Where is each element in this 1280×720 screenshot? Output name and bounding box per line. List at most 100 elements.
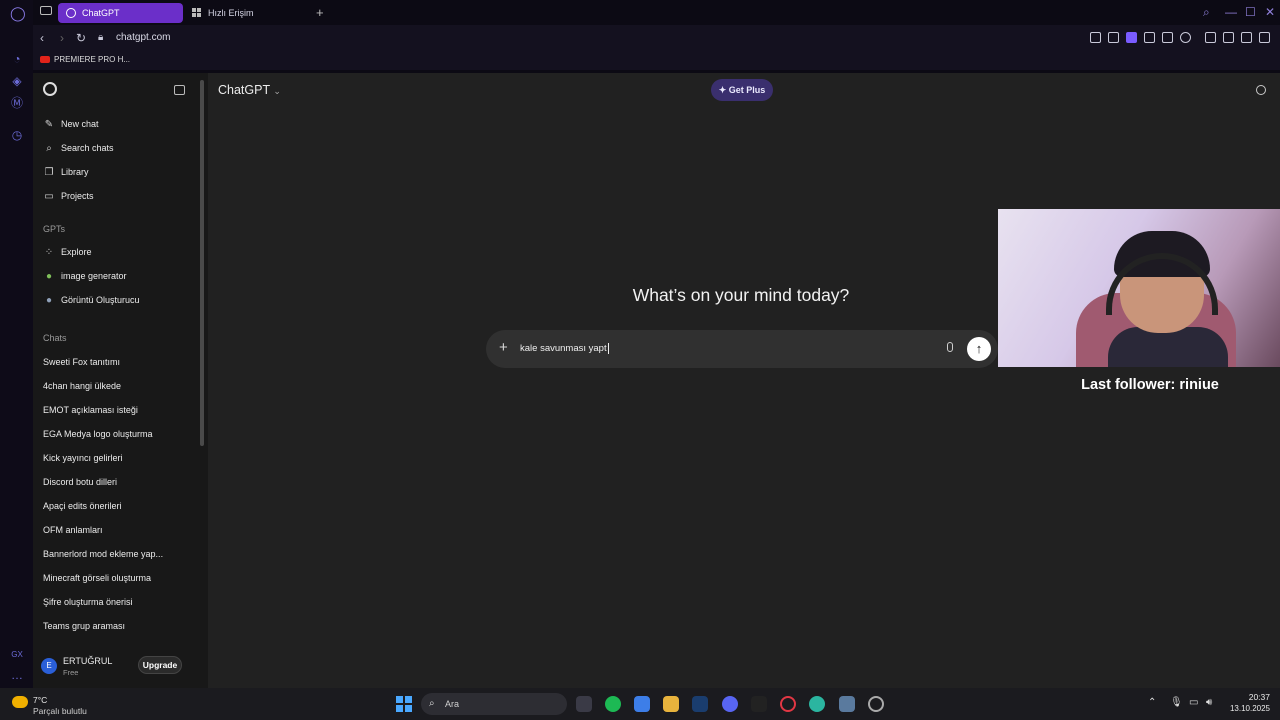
extensions-icon[interactable] (1205, 32, 1216, 43)
more-icon[interactable]: … (10, 668, 24, 682)
opera-logo-icon[interactable]: ◯ (10, 6, 26, 20)
new-tab-button[interactable]: + (310, 3, 330, 23)
chat-item[interactable]: EMOT açıklaması isteği (43, 405, 203, 415)
vpn-icon[interactable] (1126, 32, 1137, 43)
messenger-icon[interactable]: ◔ (10, 52, 24, 66)
start-icon[interactable] (396, 696, 412, 712)
pin-icon[interactable] (1090, 32, 1101, 43)
bookmarks-bar: PREMIERE PRO H... (33, 51, 1280, 70)
chatgpt-sidebar: ✎ New chat ⌕ Search chats ❐ Library ▭ Projec… (33, 73, 208, 688)
chat-item[interactable]: Apaçi edits önerileri (43, 501, 203, 511)
play-icon[interactable] (1162, 32, 1173, 43)
ai-icon[interactable]: ◈ (10, 74, 24, 88)
sidebar-item-library[interactable]: ❐ Library (43, 165, 89, 179)
task-view-icon[interactable] (576, 696, 592, 712)
chat-item[interactable]: Kick yayıncı gelirleri (43, 453, 203, 463)
m-icon[interactable]: Ⓜ (10, 96, 24, 110)
search-placeholder: Ara (445, 699, 460, 709)
clock-date[interactable]: 13.10.2025 (1218, 704, 1270, 713)
translate-icon[interactable] (1144, 32, 1155, 43)
page-title: What’s on your mind today? (632, 285, 850, 305)
sidebar-scrollbar[interactable] (200, 80, 204, 446)
chevron-up-icon[interactable]: ⌃ (1148, 697, 1156, 708)
back-icon[interactable]: ‹ (40, 31, 44, 45)
bookmark-premiere[interactable]: PREMIERE PRO H... (40, 55, 130, 64)
chat-item[interactable]: OFM anlamları (43, 525, 203, 535)
microphone-icon[interactable] (947, 342, 953, 352)
search-tabs-icon[interactable]: ⌕ (1203, 5, 1210, 20)
sidebar-toggle-icon[interactable] (174, 85, 185, 95)
file-explorer-icon[interactable] (663, 696, 679, 712)
gpt-avatar-icon: ● (45, 271, 53, 282)
edge-icon[interactable] (809, 696, 825, 712)
minimize-icon[interactable]: — (1225, 5, 1237, 19)
menu-icon[interactable] (1259, 32, 1270, 43)
close-window-icon[interactable]: ✕ (1265, 5, 1275, 19)
sidebar-item-projects[interactable]: ▭ Projects (43, 189, 93, 203)
get-plus-label: Get Plus (728, 85, 766, 95)
sidebar-item-explore[interactable]: ⁘ Explore (43, 245, 92, 259)
chats-heading: Chats (43, 333, 67, 343)
chat-item[interactable]: Bannerlord mod ekleme yap... (43, 549, 203, 559)
send-button[interactable]: ↑ (967, 337, 991, 361)
model-selector[interactable]: ChatGPT ⌄ (218, 83, 281, 97)
chat-item[interactable]: Minecraft görseli oluşturma (43, 573, 203, 583)
app-icon[interactable] (839, 696, 855, 712)
gx-icon[interactable]: GX (10, 648, 24, 662)
download-icon[interactable] (1241, 32, 1252, 43)
plus-icon[interactable]: + (499, 339, 508, 356)
sidebar-item-label: Library (61, 167, 89, 177)
gpts-heading: GPTs (43, 224, 66, 234)
sidebar-item-image-generator[interactable]: ● image generator (43, 269, 127, 283)
tab-strip: ChatGPT Hızlı Erişim + ⌕ — ☐ ✕ (33, 0, 1280, 25)
opera-gx-icon[interactable] (780, 696, 796, 712)
youtube-icon (40, 56, 50, 63)
discord-icon[interactable] (722, 696, 738, 712)
app-icon[interactable] (868, 696, 884, 712)
chat-item[interactable]: EGA Medya logo oluşturma (43, 429, 203, 439)
heart-icon[interactable] (1180, 32, 1191, 43)
history-icon[interactable]: ◷ (10, 128, 24, 142)
chat-item[interactable]: Discord botu dilleri (43, 477, 203, 487)
reload-icon[interactable]: ↻ (76, 31, 86, 45)
sidebar-item-goruntu-olusturucu[interactable]: ● Görüntü Oluşturucu (43, 293, 140, 307)
temperature: 7°C (33, 695, 48, 705)
network-icon[interactable]: ▭ (1189, 697, 1198, 708)
openai-logo-icon[interactable] (43, 82, 57, 96)
steam-icon[interactable] (692, 696, 708, 712)
grid-icon: ⁘ (44, 247, 54, 258)
chat-item[interactable]: Teams grup araması (43, 621, 203, 631)
profile-icon[interactable] (1223, 32, 1234, 43)
user-plan: Free (63, 668, 79, 677)
epic-icon[interactable] (751, 696, 767, 712)
chat-item[interactable]: Şifre oluşturma önerisi (43, 597, 203, 607)
chat-item[interactable]: 4chan hangi ülkede (43, 381, 203, 391)
upgrade-button[interactable]: Upgrade (138, 656, 182, 674)
microphone-icon[interactable]: 🎙︎ (1170, 697, 1183, 708)
composer: + kale savunması yapt ↑ (486, 330, 998, 368)
folder-icon: ▭ (44, 191, 54, 202)
library-icon: ❐ (44, 167, 54, 178)
copilot-icon[interactable] (634, 696, 650, 712)
taskbar-search[interactable]: ⌕ Ara (421, 693, 567, 715)
tab-chatgpt[interactable]: ChatGPT (58, 3, 183, 23)
prompt-input[interactable]: kale savunması yapt (520, 343, 609, 354)
maximize-icon[interactable]: ☐ (1245, 5, 1256, 19)
temporary-chat-icon[interactable] (1256, 85, 1266, 95)
user-account[interactable]: E ERTUĞRUL Free Upgrade (33, 652, 203, 682)
text-caret (607, 343, 609, 354)
clock-time[interactable]: 20:37 (1226, 692, 1270, 702)
get-plus-button[interactable]: ✦ Get Plus (711, 79, 773, 101)
tab-speed-dial[interactable]: Hızlı Erişim (184, 3, 309, 23)
last-follower-text: Last follower: riniue (1081, 377, 1219, 393)
tab-manager-icon[interactable] (40, 6, 52, 15)
volume-icon[interactable]: 🔊︎ (1206, 697, 1212, 708)
url-field[interactable]: chatgpt.com (116, 32, 170, 43)
chat-item[interactable]: Sweeti Fox tanıtımı (43, 357, 203, 367)
avatar[interactable]: E (41, 658, 57, 674)
sidebar-item-new-chat[interactable]: ✎ New chat (43, 117, 99, 131)
forward-icon[interactable]: › (60, 31, 64, 45)
spotify-icon[interactable] (605, 696, 621, 712)
snapshot-icon[interactable] (1108, 32, 1119, 43)
sidebar-item-search[interactable]: ⌕ Search chats (43, 141, 113, 155)
